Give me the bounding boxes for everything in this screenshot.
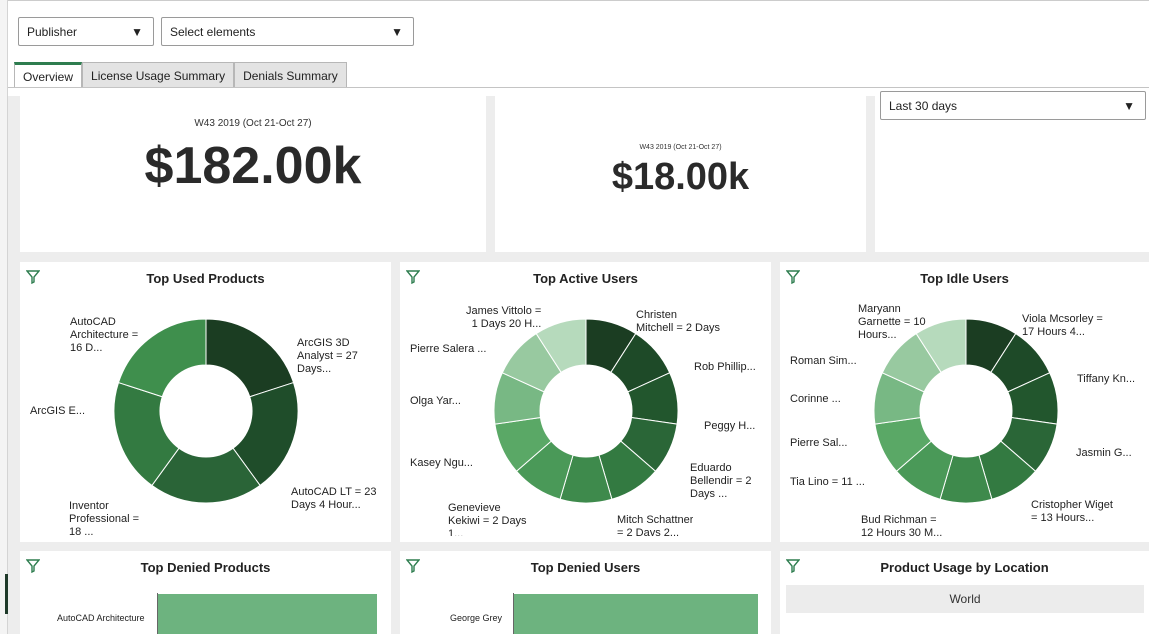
bar[interactable] xyxy=(158,594,377,634)
kpi-value: $18.00k xyxy=(611,156,750,198)
date-range-label: Last 30 days xyxy=(889,98,958,113)
slice-label: Tiffany Kn... xyxy=(1077,373,1136,385)
slice-label: Jasmin G... xyxy=(1076,447,1132,459)
left-edge xyxy=(0,0,8,634)
slice-label: Inventor Professional = 18 ... xyxy=(69,500,140,536)
publisher-select-label: Publisher xyxy=(27,24,78,39)
slice-label: Genevieve Kekiwi = 2 Days 1... xyxy=(448,502,527,536)
slice-label: Rob Phillip... xyxy=(694,361,756,373)
slice-label: Olga Yar... xyxy=(410,395,461,407)
slice-label: AutoCAD Architecture = 16 D... xyxy=(70,316,139,354)
top-denied-products-panel: Top Denied Products AutoCAD Architecture xyxy=(20,551,391,634)
slice-label: James Vittolo = 1 Days 20 H... xyxy=(466,305,542,330)
slice-label: AutoCAD LT = 23 Days 4 Hour... xyxy=(291,486,377,511)
slice-label: Christen Mitchell = 2 Days xyxy=(636,309,721,334)
slice-label: Tia Lino = 11 ... xyxy=(790,476,865,488)
slice-label: Cristopher Wiget = 13 Hours... xyxy=(1031,499,1113,524)
top-denied-users-panel: Top Denied Users George Grey xyxy=(400,551,771,634)
caret-down-icon: ▼ xyxy=(391,24,403,39)
region-header[interactable]: World xyxy=(786,585,1144,613)
slice-label: Maryann Garnette = 10 Hours... xyxy=(858,303,926,341)
donut-slice[interactable] xyxy=(205,318,295,398)
publisher-select[interactable]: Publisher ▼ xyxy=(18,17,154,46)
product-usage-by-location-panel: Product Usage by Location World xyxy=(780,551,1149,634)
slice-label: Pierre Sal... xyxy=(790,437,848,449)
tab-overview[interactable]: Overview xyxy=(14,62,83,88)
date-range-select[interactable]: Last 30 days ▼ xyxy=(880,91,1146,120)
elements-select-label: Select elements xyxy=(170,24,256,39)
tab-bar: Overview License Usage Summary Denials S… xyxy=(14,62,347,88)
slice-label: Roman Sim... xyxy=(790,355,857,367)
slice-label: Pierre Salera ... xyxy=(410,343,487,355)
kpi-period: W43 2019 (Oct 21-Oct 27) xyxy=(639,144,722,151)
slice-label: Mitch Schattner = 2 Days 2... xyxy=(617,514,694,536)
tab-denials-summary[interactable]: Denials Summary xyxy=(234,62,347,88)
slice-label: Viola Mcsorley = 17 Hours 4... xyxy=(1022,313,1103,338)
top-active-users-panel: Top Active Users James Vittolo = 1 Days … xyxy=(400,262,771,542)
kpi-value: $182.00k xyxy=(144,137,362,195)
caret-down-icon: ▼ xyxy=(1123,98,1135,113)
panel-title: Top Denied Users xyxy=(530,560,641,575)
top-used-products-panel: Top Used Products AutoCAD Architecture =… xyxy=(20,262,391,542)
panel-title: Product Usage by Location xyxy=(880,560,1049,575)
kpi-period: W43 2019 (Oct 21-Oct 27) xyxy=(194,118,312,129)
bar-label: George Grey xyxy=(450,613,503,623)
top-idle-users-panel: Top Idle Users Maryann Garnette = 10 Hou… xyxy=(780,262,1149,542)
edge-marker xyxy=(5,574,8,614)
kpi-card-2: W43 2019 (Oct 21-Oct 27) $18.00k xyxy=(495,88,866,252)
slice-label: Eduardo Bellendir = 2 Days ... xyxy=(690,462,752,500)
slice-label: ArcGIS E... xyxy=(30,405,86,417)
slice-label: ArcGIS 3D Analyst = 27 Days... xyxy=(297,337,358,375)
kpi-card-1: W43 2019 (Oct 21-Oct 27) $182.00k xyxy=(20,88,486,252)
slice-label: Kasey Ngu... xyxy=(410,457,473,469)
slice-label: Corinne ... xyxy=(790,393,841,405)
elements-select[interactable]: Select elements ▼ xyxy=(161,17,414,46)
bar-label: AutoCAD Architecture xyxy=(57,613,145,623)
panel-title: Top Denied Products xyxy=(140,560,271,575)
slice-label: Bud Richman = 12 Hours 30 M... xyxy=(861,514,943,536)
tab-license-usage-summary[interactable]: License Usage Summary xyxy=(82,62,235,88)
slice-label: Peggy H... xyxy=(704,420,756,432)
caret-down-icon: ▼ xyxy=(131,24,143,39)
bar[interactable] xyxy=(514,594,758,634)
